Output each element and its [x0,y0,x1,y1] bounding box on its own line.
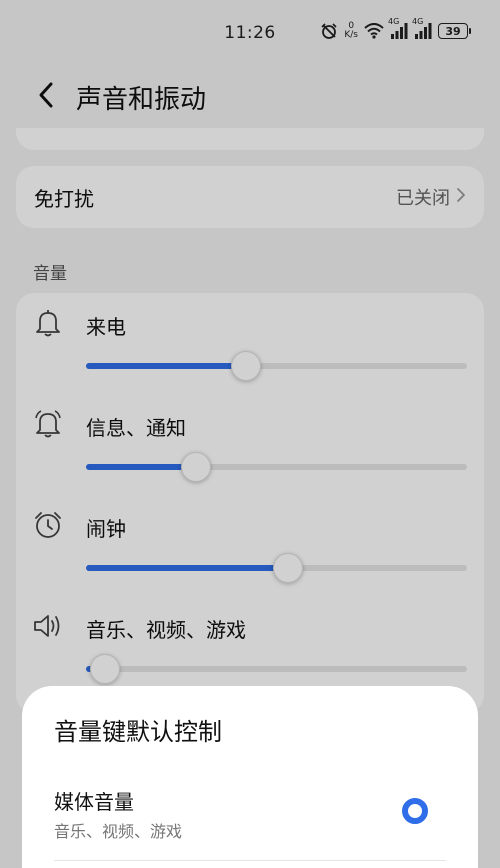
sheet-title: 音量键默认控制 [54,718,222,746]
volume-key-sheet: 音量键默认控制 媒体音量 音乐、视频、游戏 [22,686,478,868]
option-media-volume-subtitle: 音乐、视频、游戏 [54,822,183,841]
radio-selected[interactable] [402,798,428,824]
option-media-volume[interactable]: 媒体音量 [54,786,134,815]
divider [54,860,446,861]
